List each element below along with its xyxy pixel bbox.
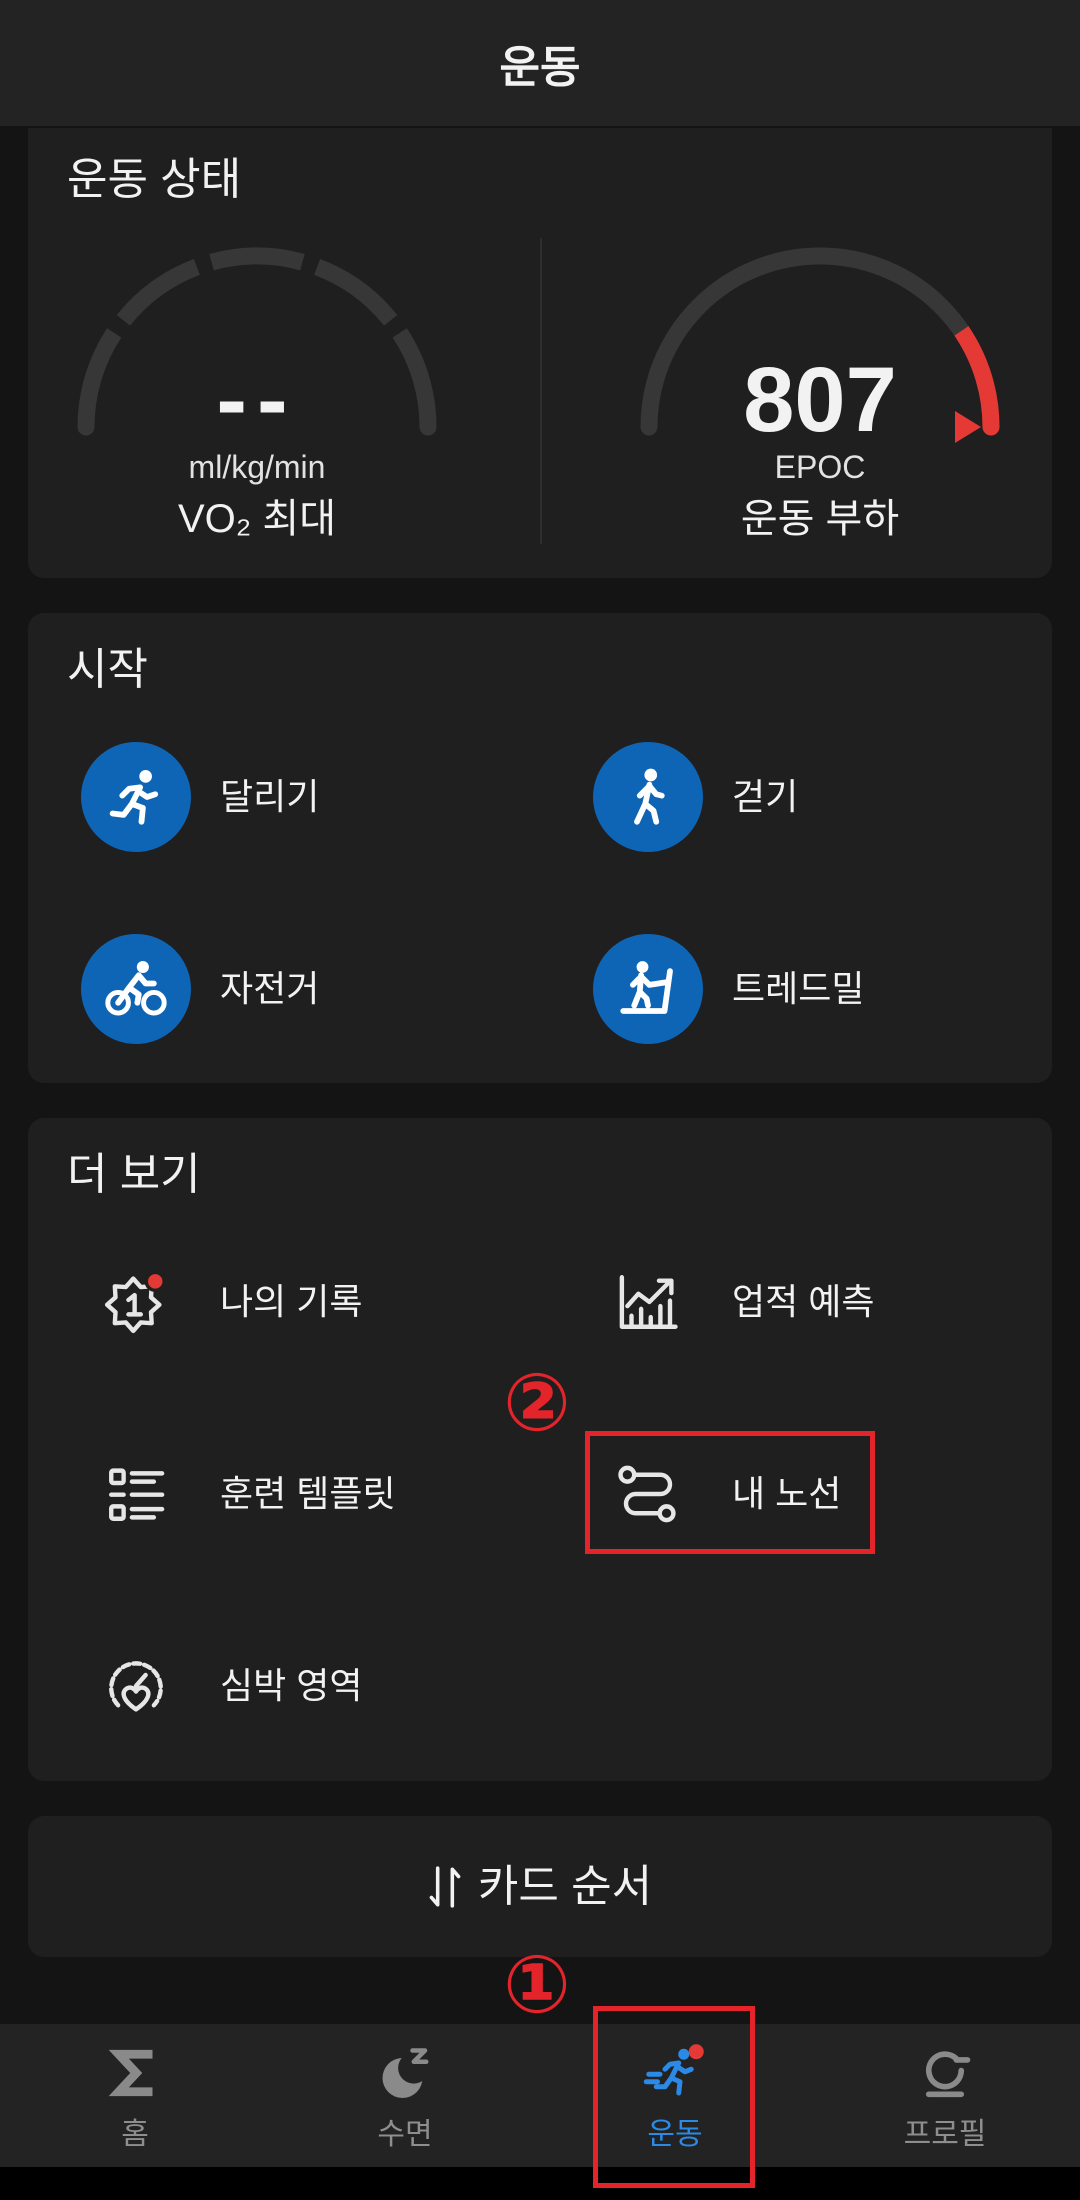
start-item-label-cycling: 자전거	[220, 968, 320, 1009]
annotation-step-1: ①	[503, 1938, 571, 2031]
nav-tab-sleep[interactable]: 수면	[270, 2024, 540, 2167]
more-performance-forecast-tile[interactable]: 업적 예측	[593, 1247, 874, 1357]
card-title-more: 더 보기	[67, 1150, 201, 1199]
cycling-icon	[105, 960, 167, 1016]
gauge-segment	[116, 258, 200, 326]
workout-template-icon-box	[81, 1439, 191, 1549]
gauge-divider	[540, 238, 542, 544]
walking-icon-circle	[593, 742, 703, 852]
exercise-status-card[interactable]: 운동 상태 -- ml/kg/min VO₂ 최대 807 EPOC 운동 부하	[28, 128, 1052, 578]
more-workout-templates-tile[interactable]: 훈련 템플릿	[81, 1439, 396, 1549]
heart-rate-zone-icon	[109, 1661, 163, 1712]
card-order-button[interactable]: 카드 순서	[28, 1816, 1052, 1957]
home-sigma-icon	[108, 2049, 153, 2097]
start-item-label-walking: 걷기	[732, 776, 799, 817]
nav-label-profile: 프로필	[903, 2118, 987, 2151]
start-running-tile[interactable]: 달리기	[81, 742, 319, 852]
gauge-segment	[209, 247, 305, 271]
more-heart-rate-zones-tile[interactable]: 심박 영역	[81, 1631, 362, 1741]
performance-forecast-chart-icon	[619, 1275, 678, 1329]
training-load-label: 운동 부하	[740, 497, 900, 541]
more-card: 더 보기 나의 기록 업적 예측 훈련 템플릿 내 노선 심박 영역	[28, 1118, 1052, 1781]
exercise-screen: 운동 운동 상태 -- ml/kg/min VO₂ 최대 807 EPOC 운동…	[0, 0, 1080, 2200]
notification-dot	[144, 1270, 166, 1293]
running-icon	[109, 770, 159, 825]
heart-rate-zone-icon-box	[81, 1631, 191, 1741]
vo2max-label: VO₂ 최대	[177, 497, 337, 541]
training-load-gauge[interactable]: 807 EPOC 운동 부하	[630, 237, 1010, 567]
start-item-label-treadmill: 트레드밀	[732, 968, 865, 1009]
annotation-highlight-exercise-tab	[593, 2006, 755, 2188]
vo2max-value: --	[216, 349, 298, 451]
start-cycling-tile[interactable]: 자전거	[81, 934, 319, 1044]
nav-tab-profile[interactable]: 프로필	[810, 2024, 1080, 2167]
start-item-label-running: 달리기	[220, 776, 320, 817]
annotation-step-2: ②	[503, 1356, 571, 1449]
more-item-label-templates: 훈련 템플릿	[220, 1473, 396, 1514]
nav-tab-home[interactable]: 홈	[0, 2024, 270, 2167]
nav-label-home: 홈	[121, 2118, 149, 2151]
page-title: 운동	[499, 43, 581, 92]
card-order-label: 카드 순서	[477, 1861, 653, 1911]
card-title-exercise-status: 운동 상태	[67, 155, 242, 204]
vo2max-gauge[interactable]: -- ml/kg/min VO₂ 최대	[67, 237, 447, 567]
sort-arrows-icon	[429, 1865, 461, 1908]
walking-icon	[634, 768, 665, 825]
sleep-moon-icon	[382, 2048, 430, 2098]
system-navigation-bar	[0, 2167, 1080, 2200]
more-item-label-forecast: 업적 예측	[732, 1281, 875, 1322]
bottom-navigation: 홈 수면 운동 프로필	[0, 2024, 1080, 2167]
treadmill-icon	[620, 961, 673, 1014]
more-item-label-records: 나의 기록	[220, 1281, 363, 1322]
start-workout-card: 시작 달리기 걷기 자전거 트레드밀	[28, 613, 1052, 1083]
top-app-bar: 운동	[0, 0, 1080, 126]
performance-forecast-icon-box	[593, 1247, 703, 1357]
personal-record-icon-box	[81, 1247, 191, 1357]
running-icon-circle	[81, 742, 191, 852]
gauge-segment	[314, 258, 398, 326]
start-treadmill-tile[interactable]: 트레드밀	[593, 934, 864, 1044]
treadmill-icon-circle	[593, 934, 703, 1044]
vo2max-unit: ml/kg/min	[188, 449, 326, 485]
annotation-highlight-my-routes	[585, 1431, 875, 1554]
personal-record-badge-icon	[104, 1270, 166, 1334]
training-load-value: 807	[743, 349, 897, 451]
workout-template-list-icon	[109, 1468, 165, 1521]
start-walking-tile[interactable]: 걷기	[593, 742, 798, 852]
cycling-icon-circle	[81, 934, 191, 1044]
more-personal-records-tile[interactable]: 나의 기록	[81, 1247, 362, 1357]
nav-label-sleep: 수면	[377, 2118, 433, 2151]
training-load-unit: EPOC	[774, 449, 866, 485]
card-title-start: 시작	[67, 645, 148, 694]
profile-icon	[925, 2051, 971, 2098]
more-item-label-hr-zones: 심박 영역	[220, 1665, 363, 1706]
